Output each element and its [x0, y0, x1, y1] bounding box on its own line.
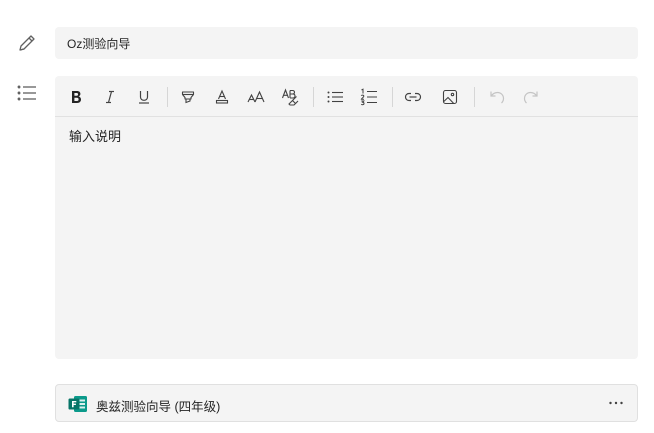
clear-format-button[interactable] [278, 85, 302, 109]
undo-button[interactable] [485, 85, 509, 109]
description-list-icon [16, 82, 38, 104]
attachment-card[interactable]: 奥兹测验向导 (四年级) [55, 384, 638, 422]
underline-button[interactable] [132, 85, 156, 109]
microsoft-forms-icon [68, 395, 88, 413]
redo-button[interactable] [519, 85, 543, 109]
highlighter-icon [181, 91, 195, 104]
bulleted-list-button[interactable] [323, 85, 347, 109]
font-size-icon [247, 90, 265, 103]
image-button[interactable] [438, 85, 462, 109]
highlight-button[interactable] [176, 85, 200, 109]
title-input[interactable]: Oz测验向导 [55, 27, 638, 59]
italic-icon [106, 90, 114, 104]
pencil-icon [16, 32, 38, 54]
attachment-title: 奥兹测验向导 (四年级) [96, 400, 221, 414]
italic-button[interactable] [98, 85, 122, 109]
font-color-icon [215, 89, 229, 104]
bold-icon [72, 91, 81, 103]
more-options-button[interactable] [605, 393, 627, 413]
formatting-toolbar [55, 76, 638, 117]
clear-format-icon [281, 88, 299, 106]
link-icon [404, 92, 422, 102]
font-size-button[interactable] [244, 85, 268, 109]
toolbar-separator [474, 87, 475, 107]
undo-icon [490, 91, 505, 104]
toolbar-separator [392, 87, 393, 107]
link-button[interactable] [401, 85, 425, 109]
toolbar-separator [167, 87, 168, 107]
title-input-value: Oz测验向导 [67, 36, 131, 51]
numbered-list-icon [360, 88, 377, 106]
toolbar-separator [313, 87, 314, 107]
redo-icon [523, 91, 538, 104]
more-horizontal-icon [609, 401, 623, 405]
underline-icon [139, 91, 149, 104]
description-editor[interactable]: 输入说明 [55, 76, 638, 359]
font-color-button[interactable] [210, 85, 234, 109]
numbered-list-button[interactable] [357, 85, 381, 109]
bullet-list-icon [327, 91, 343, 103]
image-icon [442, 89, 458, 105]
bold-button[interactable] [64, 85, 88, 109]
description-placeholder: 输入说明 [69, 129, 122, 144]
